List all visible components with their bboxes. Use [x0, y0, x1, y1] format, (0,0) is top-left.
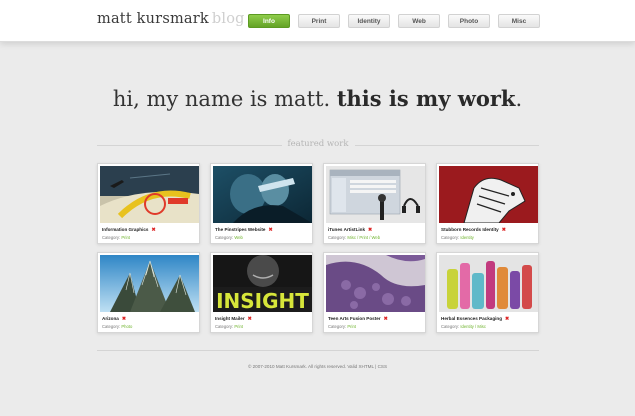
hero-headline: hi, my name is matt. this is my work. [0, 86, 635, 111]
category-label: Category: [102, 324, 121, 329]
work-card-teen-arts-fusion-poster[interactable]: Teen Arts Fusion Poster ✖ Category: Print [323, 252, 426, 333]
nav-tab-web[interactable]: Web [398, 14, 440, 28]
nav-tab-photo[interactable]: Photo [448, 14, 490, 28]
svg-text:INSIGHT: INSIGHT [216, 289, 309, 312]
remove-x-icon[interactable]: ✖ [151, 227, 155, 233]
work-category: Category: Misc / Print / Web [328, 235, 380, 240]
work-title: Herbal Essences Packaging ✖ [441, 316, 509, 322]
work-category: Category: Photo [102, 324, 132, 329]
work-title: Stubborn Records Identity ✖ [441, 227, 506, 233]
logo-main-text: matt kursmark [97, 11, 209, 27]
work-title: The Pinstripes Website ✖ [215, 227, 273, 233]
work-category: Category: Print [215, 324, 243, 329]
category-link[interactable]: Misc / Print / Web [347, 235, 380, 240]
category-label: Category: [328, 324, 347, 329]
work-card-arizona[interactable]: Arizona ✖ Category: Photo [97, 252, 200, 333]
work-title-text: Herbal Essences Packaging [441, 316, 503, 321]
work-category: Category: Identity [441, 235, 474, 240]
category-label: Category: [215, 235, 234, 240]
work-card-herbal-essences-packaging[interactable]: Herbal Essences Packaging ✖ Category: Ide… [436, 252, 539, 333]
work-title-text: Teen Arts Fusion Poster [328, 316, 381, 321]
work-category: Category: Print [328, 324, 356, 329]
remove-x-icon[interactable]: ✖ [268, 227, 272, 233]
nav-tab-identity[interactable]: Identity [348, 14, 390, 28]
logo-blog-text: blog [211, 11, 245, 27]
band-photo-thumbnail [213, 166, 312, 223]
remove-x-icon[interactable]: ✖ [122, 316, 126, 322]
work-card-pinstripes-website[interactable]: The Pinstripes Website ✖ Category: Web [210, 163, 313, 244]
category-label: Category: [102, 235, 121, 240]
cactus-photo-thumbnail [100, 255, 199, 312]
category-label: Category: [441, 324, 460, 329]
work-card-insight-mailer[interactable]: INSIGHT Insight Mailer ✖ Category: Print [210, 252, 313, 333]
category-label: Category: [441, 235, 460, 240]
hero-period: . [515, 87, 523, 111]
mule-logo-thumbnail [439, 166, 538, 223]
remove-x-icon[interactable]: ✖ [368, 227, 372, 233]
featured-work-heading: featured work [97, 138, 539, 152]
work-title-text: Information Graphics [102, 227, 149, 232]
purple-pattern-thumbnail [326, 255, 425, 312]
nav-tab-info[interactable]: Info [248, 14, 290, 28]
work-title-text: Insight Mailer [215, 316, 245, 321]
work-card-itunes-artistlink[interactable]: iTunes ArtistLink ✖ Category: Misc / Prin… [323, 163, 426, 244]
category-link[interactable]: Photo [121, 324, 132, 329]
bottles-thumbnail [439, 255, 538, 312]
work-title-text: The Pinstripes Website [215, 227, 266, 232]
itunes-screen-thumbnail [326, 166, 425, 223]
work-category: Category: Print [102, 235, 130, 240]
work-title: Insight Mailer ✖ [215, 316, 252, 322]
work-title: Information Graphics ✖ [102, 227, 156, 233]
category-link[interactable]: Web [234, 235, 243, 240]
footer-divider [97, 350, 539, 351]
remove-x-icon[interactable]: ✖ [384, 316, 388, 322]
work-title: Teen Arts Fusion Poster ✖ [328, 316, 388, 322]
remove-x-icon[interactable]: ✖ [248, 316, 252, 322]
remove-x-icon[interactable]: ✖ [505, 316, 509, 322]
category-link[interactable]: Print [234, 324, 243, 329]
work-category: Category: Identity / Misc [441, 324, 486, 329]
hero-emphasis: this is my work [336, 86, 516, 111]
work-title-text: Arizona [102, 316, 119, 321]
work-card-information-graphics[interactable]: Information Graphics ✖ Category: Print [97, 163, 200, 244]
work-title-text: iTunes ArtistLink [328, 227, 366, 232]
insight-poster-thumbnail: INSIGHT [213, 255, 312, 312]
category-link[interactable]: Identity [460, 235, 474, 240]
featured-work-title: featured work [287, 139, 349, 149]
nav-tab-print[interactable]: Print [298, 14, 340, 28]
category-link[interactable]: Print [121, 235, 130, 240]
remove-x-icon[interactable]: ✖ [502, 227, 506, 233]
site-logo[interactable]: matt kursmark blog [97, 11, 245, 27]
category-link[interactable]: Print [347, 324, 356, 329]
hero-intro: hi, my name is matt. [112, 87, 331, 111]
work-title-text: Stubborn Records Identity [441, 227, 499, 232]
infographic-map-thumbnail [100, 166, 199, 223]
work-card-stubborn-records-identity[interactable]: Stubborn Records Identity ✖ Category: Ide… [436, 163, 539, 244]
work-title: iTunes ArtistLink ✖ [328, 227, 372, 233]
category-link[interactable]: Identity / Misc [460, 324, 486, 329]
work-category: Category: Web [215, 235, 243, 240]
nav-tab-misc[interactable]: Misc [498, 14, 540, 28]
category-label: Category: [215, 324, 234, 329]
site-header: matt kursmark blog Info Print Identity We… [0, 0, 635, 42]
work-title: Arizona ✖ [102, 316, 126, 322]
footer-copyright: © 2007-2010 Matt Kursmark. All rights re… [247, 364, 388, 369]
category-label: Category: [328, 235, 347, 240]
